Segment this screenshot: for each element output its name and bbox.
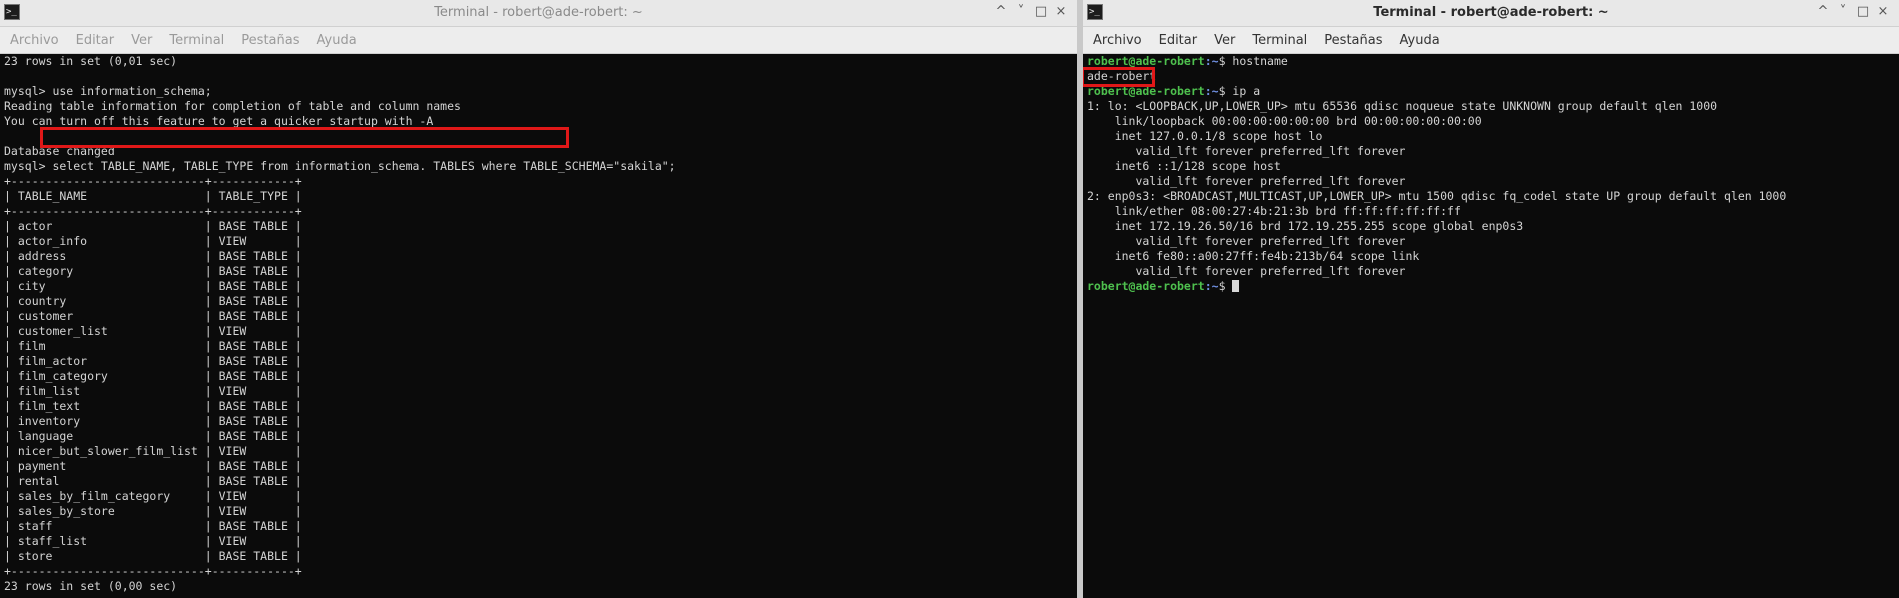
output-line: | language | BASE TABLE |	[4, 429, 302, 443]
output-line: valid_lft forever preferred_lft forever	[1087, 174, 1406, 188]
output-line: | payment | BASE TABLE |	[4, 459, 302, 473]
command-text: hostname	[1225, 54, 1288, 68]
prompt-user: robert@ade-robert	[1087, 54, 1205, 68]
output-line: link/ether 08:00:27:4b:21:3b brd ff:ff:f…	[1087, 204, 1461, 218]
output-line: 2: enp0s3: <BROADCAST,MULTICAST,UP,LOWER…	[1087, 189, 1787, 203]
window-controls: ^ ˅ □ ×	[991, 4, 1071, 19]
output-line: inet 127.0.0.1/8 scope host lo	[1087, 129, 1323, 143]
output-line: valid_lft forever preferred_lft forever	[1087, 234, 1406, 248]
output-line: | country | BASE TABLE |	[4, 294, 302, 308]
output-line: | category | BASE TABLE |	[4, 264, 302, 278]
output-line: | actor | BASE TABLE |	[4, 219, 302, 233]
output-line: | customer | BASE TABLE |	[4, 309, 302, 323]
output-line: mysql> use information_schema;	[4, 84, 212, 98]
output-line: 23 rows in set (0,00 sec)	[4, 579, 178, 593]
menu-terminal[interactable]: Terminal	[1242, 27, 1314, 48]
output-line: inet6 ::1/128 scope host	[1087, 159, 1281, 173]
output-line: inet 172.19.26.50/16 brd 172.19.255.255 …	[1087, 219, 1524, 233]
highlight-box-query	[40, 127, 569, 148]
output-line: | city | BASE TABLE |	[4, 279, 302, 293]
output-line: | sales_by_film_category | VIEW |	[4, 489, 302, 503]
prompt-symbol: $	[1218, 84, 1226, 98]
output-line: | staff_list | VIEW |	[4, 534, 302, 548]
output-line: | rental | BASE TABLE |	[4, 474, 302, 488]
minimize-icon[interactable]: ˅	[1011, 4, 1031, 19]
output-line: | film_actor | BASE TABLE |	[4, 354, 302, 368]
menu-ayuda[interactable]: Ayuda	[1390, 27, 1447, 48]
output-line: | nicer_but_slower_film_list | VIEW |	[4, 444, 302, 458]
prompt-symbol: $	[1218, 54, 1226, 68]
prompt-path: :~	[1204, 84, 1219, 98]
output-line: | film_category | BASE TABLE |	[4, 369, 302, 383]
output-line: +----------------------------+----------…	[4, 564, 302, 578]
menu-terminal[interactable]: Terminal	[159, 27, 231, 48]
roll-up-icon[interactable]: ^	[1813, 4, 1833, 19]
prompt-path: :~	[1204, 279, 1219, 293]
output-line: | film_list | VIEW |	[4, 384, 302, 398]
prompt-line: robert@ade-robert:~$ hostname	[1087, 54, 1899, 69]
output-line: link/loopback 00:00:00:00:00:00 brd 00:0…	[1087, 114, 1482, 128]
output-line: | film_text | BASE TABLE |	[4, 399, 302, 413]
menu-ayuda[interactable]: Ayuda	[307, 27, 364, 48]
output-line: Reading table information for completion…	[4, 99, 461, 113]
menu-ver[interactable]: Ver	[1204, 27, 1242, 48]
menubar: Archivo Editar Ver Terminal Pestañas Ayuda	[1083, 27, 1899, 54]
window-title: Terminal - robert@ade-robert: ~	[434, 5, 643, 20]
output-line: | address | BASE TABLE |	[4, 249, 302, 263]
output-line: | sales_by_store | VIEW |	[4, 504, 302, 518]
command-text: ip a	[1225, 84, 1261, 98]
titlebar[interactable]: >_ Terminal - robert@ade-robert: ~ ^ ˅ □ ×	[1083, 0, 1899, 27]
menu-archivo[interactable]: Archivo	[1083, 27, 1149, 48]
window-controls: ^ ˅ □ ×	[1813, 4, 1893, 19]
ip-output: 1: lo: <LOOPBACK,UP,LOWER_UP> mtu 65536 …	[1087, 99, 1899, 279]
highlight-box-hostname	[1083, 67, 1155, 87]
output-line: | film | BASE TABLE |	[4, 339, 302, 353]
output-line: | inventory | BASE TABLE |	[4, 414, 302, 428]
window-title: Terminal - robert@ade-robert: ~	[1373, 5, 1609, 20]
menubar: Archivo Editar Ver Terminal Pestañas Ayuda	[0, 27, 1077, 54]
prompt-line: robert@ade-robert:~$	[1087, 279, 1899, 294]
prompt-path: :~	[1204, 54, 1219, 68]
output-line: +----------------------------+----------…	[4, 174, 302, 188]
menu-pestanas[interactable]: Pestañas	[231, 27, 306, 48]
output-line: +----------------------------+----------…	[4, 204, 302, 218]
prompt-symbol: $	[1218, 279, 1226, 293]
titlebar[interactable]: >_ Terminal - robert@ade-robert: ~ ^ ˅ □ ×	[0, 0, 1077, 27]
roll-up-icon[interactable]: ^	[991, 4, 1011, 19]
close-icon[interactable]: ×	[1873, 4, 1893, 19]
menu-ver[interactable]: Ver	[121, 27, 159, 48]
output-line: | store | BASE TABLE |	[4, 549, 302, 563]
terminal-window-left[interactable]: >_ Terminal - robert@ade-robert: ~ ^ ˅ □ × …	[0, 0, 1077, 598]
output-line: valid_lft forever preferred_lft forever	[1087, 264, 1406, 278]
output-line: ade-robert	[1087, 69, 1899, 84]
menu-editar[interactable]: Editar	[1149, 27, 1205, 48]
maximize-icon[interactable]: □	[1031, 4, 1051, 19]
text-cursor	[1232, 280, 1240, 292]
close-icon[interactable]: ×	[1051, 4, 1071, 19]
minimize-icon[interactable]: ˅	[1833, 4, 1853, 19]
terminal-output[interactable]: robert@ade-robert:~$ hostname ade-robert…	[1087, 54, 1899, 598]
output-line: | customer_list | VIEW |	[4, 324, 302, 338]
output-line: mysql> select TABLE_NAME, TABLE_TYPE fro…	[4, 159, 676, 173]
output-line: valid_lft forever preferred_lft forever	[1087, 144, 1406, 158]
output-line: 1: lo: <LOOPBACK,UP,LOWER_UP> mtu 65536 …	[1087, 99, 1718, 113]
output-line: inet6 fe80::a00:27ff:fe4b:213b/64 scope …	[1087, 249, 1420, 263]
output-line: | actor_info | VIEW |	[4, 234, 302, 248]
output-line: 23 rows in set (0,01 sec)	[4, 54, 178, 68]
output-line: | TABLE_NAME | TABLE_TYPE |	[4, 189, 302, 203]
prompt-line: robert@ade-robert:~$ ip a	[1087, 84, 1899, 99]
prompt-user: robert@ade-robert	[1087, 279, 1205, 293]
menu-editar[interactable]: Editar	[66, 27, 122, 48]
maximize-icon[interactable]: □	[1853, 4, 1873, 19]
menu-pestanas[interactable]: Pestañas	[1314, 27, 1389, 48]
menu-archivo[interactable]: Archivo	[0, 27, 66, 48]
terminal-window-right[interactable]: >_ Terminal - robert@ade-robert: ~ ^ ˅ □ × …	[1083, 0, 1899, 598]
output-line: | staff | BASE TABLE |	[4, 519, 302, 533]
